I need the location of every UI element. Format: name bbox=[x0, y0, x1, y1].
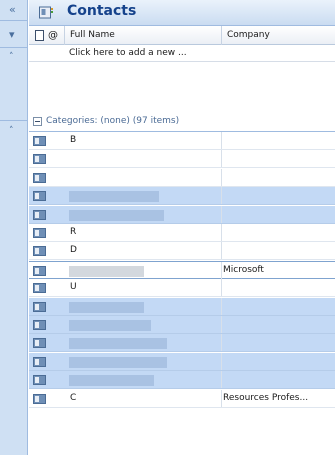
contacts-icon bbox=[39, 6, 53, 19]
contact-row[interactable] bbox=[29, 168, 335, 187]
cell-divider bbox=[221, 205, 222, 223]
contact-row[interactable] bbox=[29, 371, 335, 390]
contact-full-name[interactable]: B bbox=[70, 135, 76, 145]
contact-row[interactable]: B bbox=[29, 132, 335, 150]
contact-row[interactable]: C Resources Profes... bbox=[29, 389, 335, 408]
contact-card-icon bbox=[33, 338, 46, 349]
contact-company[interactable]: Resources Profes... bbox=[223, 393, 308, 403]
contact-row[interactable] bbox=[29, 334, 335, 353]
contact-row[interactable]: U bbox=[29, 279, 335, 298]
folder-header: Contacts bbox=[29, 0, 335, 26]
cell-divider bbox=[221, 371, 222, 389]
cell-divider bbox=[221, 297, 222, 315]
contact-card-icon bbox=[33, 228, 46, 238]
cell-divider bbox=[221, 279, 222, 297]
contact-row[interactable] bbox=[29, 316, 335, 334]
contact-card-icon bbox=[33, 320, 46, 330]
contact-card-icon bbox=[33, 154, 46, 165]
contact-row[interactable] bbox=[29, 352, 335, 371]
contact-full-name[interactable]: R bbox=[70, 227, 76, 237]
redacted-name bbox=[69, 191, 159, 203]
cell-divider bbox=[221, 224, 222, 241]
navigation-pane-strip: « ▾ ˄ ˄ bbox=[0, 0, 28, 455]
column-header-company[interactable]: Company bbox=[227, 30, 270, 40]
cell-divider bbox=[221, 352, 222, 370]
redacted-name bbox=[69, 209, 164, 221]
redacted-name bbox=[69, 265, 144, 277]
nav-divider bbox=[0, 47, 28, 48]
contact-row[interactable] bbox=[29, 205, 335, 224]
contact-row[interactable] bbox=[29, 150, 335, 169]
redacted-name bbox=[69, 375, 154, 387]
contact-card-icon bbox=[33, 283, 46, 294]
group-label: Categories: (none) (97 items) bbox=[46, 116, 180, 126]
contact-full-name[interactable]: U bbox=[70, 282, 77, 292]
page-title: Contacts bbox=[67, 3, 137, 19]
cell-divider bbox=[221, 150, 222, 168]
contact-full-name[interactable]: C bbox=[70, 393, 76, 403]
contact-card-icon bbox=[33, 136, 46, 146]
cell-divider bbox=[221, 316, 222, 333]
contact-card-icon bbox=[33, 172, 46, 183]
column-header-row: @ Full Name Company bbox=[29, 26, 335, 45]
contact-row[interactable]: R bbox=[29, 224, 335, 242]
contact-card-icon bbox=[33, 246, 46, 257]
collapse-group-icon[interactable] bbox=[33, 117, 42, 126]
collapse-chevron-icon[interactable]: « bbox=[9, 3, 16, 16]
contact-card-icon bbox=[33, 209, 46, 220]
contact-full-name[interactable]: D bbox=[70, 245, 77, 255]
contact-card-icon bbox=[33, 191, 46, 202]
cell-divider bbox=[221, 389, 222, 407]
expand-chevron-icon[interactable]: ˄ bbox=[9, 52, 14, 62]
cell-divider bbox=[221, 334, 222, 352]
redacted-name bbox=[69, 356, 167, 368]
contact-card-icon bbox=[33, 375, 46, 386]
contact-list: B R D Microsoft U C Resources Profes... bbox=[29, 132, 335, 455]
group-header[interactable]: Categories: (none) (97 items) bbox=[29, 112, 335, 132]
cell-divider bbox=[221, 168, 222, 186]
cell-divider bbox=[221, 242, 222, 260]
contact-card-icon bbox=[33, 393, 46, 404]
contact-row[interactable] bbox=[29, 297, 335, 316]
column-header-full-name[interactable]: Full Name bbox=[70, 30, 115, 40]
redacted-name bbox=[69, 320, 151, 331]
redacted-name bbox=[69, 301, 144, 313]
contact-row[interactable]: Microsoft bbox=[29, 260, 335, 279]
contact-card-icon bbox=[33, 301, 46, 312]
contact-card-icon bbox=[33, 265, 46, 276]
column-divider[interactable] bbox=[221, 26, 222, 45]
redacted-name bbox=[69, 338, 167, 350]
contact-company[interactable]: Microsoft bbox=[223, 265, 264, 275]
paperclip-icon[interactable]: @ bbox=[48, 30, 58, 41]
new-item-placeholder[interactable]: Click here to add a new ... bbox=[69, 48, 187, 58]
item-icon-column-header[interactable] bbox=[35, 30, 44, 41]
cell-divider bbox=[221, 187, 222, 205]
cell-divider bbox=[221, 132, 222, 149]
dropdown-arrow-icon[interactable]: ▾ bbox=[9, 28, 15, 41]
expand-chevron-icon[interactable]: ˄ bbox=[9, 126, 14, 136]
contact-card-icon bbox=[33, 356, 46, 367]
nav-divider bbox=[0, 20, 28, 21]
contact-row[interactable] bbox=[29, 187, 335, 206]
nav-divider bbox=[0, 120, 28, 121]
cell-divider bbox=[221, 261, 222, 279]
new-item-row[interactable]: Click here to add a new ... bbox=[29, 45, 335, 62]
column-divider[interactable] bbox=[64, 26, 65, 45]
contact-row[interactable]: D bbox=[29, 242, 335, 261]
